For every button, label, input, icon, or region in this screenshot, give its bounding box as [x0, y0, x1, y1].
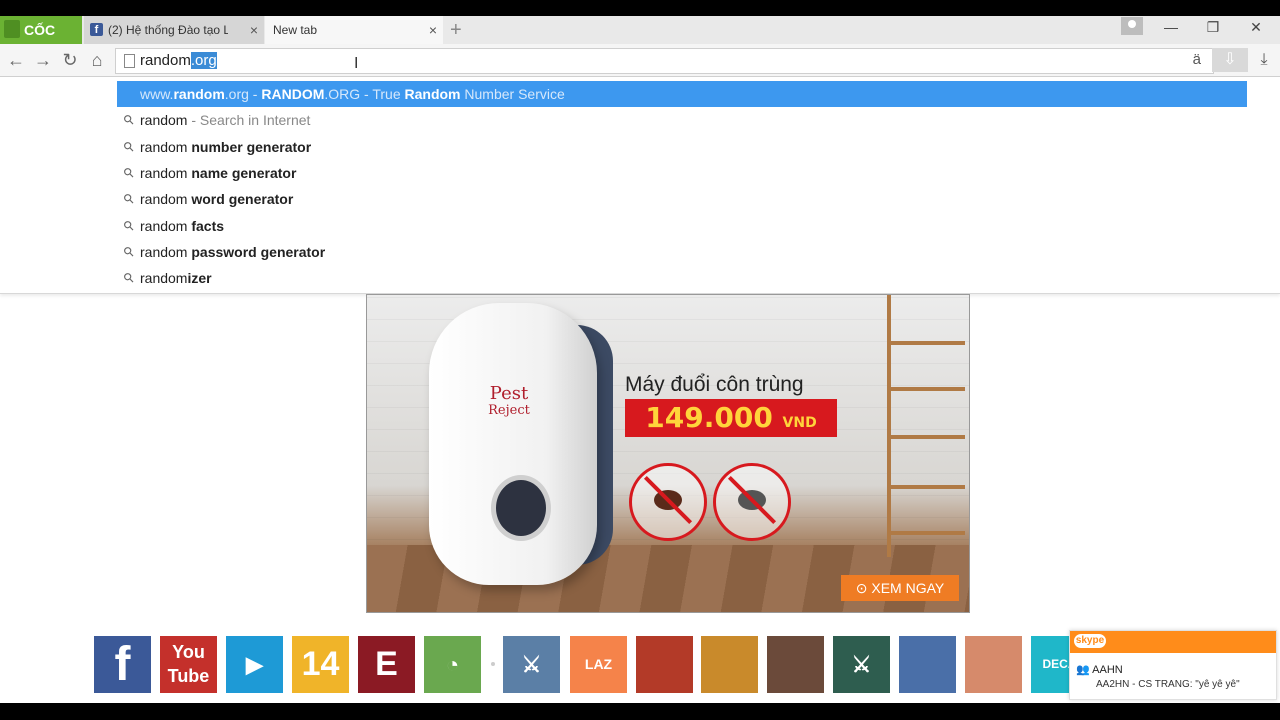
minimize-button[interactable]: —: [1156, 16, 1186, 40]
tab-facebook[interactable]: f (2) Hệ thống Đào tạo Lập ×: [84, 16, 264, 44]
no-cockroach-icon: [629, 463, 707, 541]
omnibox-suggestions: www.random.org - RANDOM.ORG - True Rando…: [0, 77, 1280, 294]
device-lens: [491, 475, 551, 541]
profile-icon[interactable]: [1121, 17, 1143, 35]
typed-text: random: [140, 52, 191, 69]
tab-new-tab[interactable]: New tab ×: [265, 16, 443, 44]
ad-banner[interactable]: Pest Reject Máy đuổi côn trùng 149.000 V…: [366, 294, 970, 613]
shelf-decor: [887, 295, 969, 557]
reload-button[interactable]: ↻: [58, 48, 82, 72]
skype-header: skype: [1070, 631, 1276, 653]
suggestion-text: random word generator: [140, 191, 294, 208]
app-lazada-icon[interactable]: LAZ: [570, 636, 627, 693]
pest-repeller-device: Pest Reject: [429, 303, 597, 585]
forward-button[interactable]: →: [31, 48, 55, 72]
app-separator: [491, 662, 495, 666]
skype-user: 👥 AAHN: [1076, 663, 1123, 676]
skype-notification[interactable]: skype 👥 AAHN AA2HN - CS TRANG: "yê yê yê…: [1069, 630, 1277, 700]
ad-price: 149.000 VND: [625, 399, 837, 437]
tab-title: (2) Hệ thống Đào tạo Lập: [108, 23, 228, 37]
suggestion-item[interactable]: www.random.org - RANDOM.ORG - True Rando…: [117, 81, 1247, 107]
suggestion-text: random number generator: [140, 138, 312, 155]
top-black-strip: [0, 0, 1280, 16]
address-text[interactable]: random.org: [140, 49, 217, 73]
back-button[interactable]: ←: [4, 48, 28, 72]
tab-close-button[interactable]: ×: [250, 16, 258, 44]
app-speed-app-icon[interactable]: ◔: [424, 636, 481, 693]
app-youtube-icon[interactable]: You Tube: [160, 636, 217, 693]
tab-title: New tab: [273, 23, 318, 37]
downloads-icon[interactable]: ⤓: [1254, 48, 1274, 72]
tab-bar: CỐC CỐC f (2) Hệ thống Đào tạo Lập × New…: [0, 16, 1280, 66]
app-facebook-icon[interactable]: f: [94, 636, 151, 693]
app-game-knight-icon[interactable]: [899, 636, 956, 693]
coccoc-logo[interactable]: CỐC CỐC: [0, 16, 82, 66]
translate-icon[interactable]: ä: [1193, 51, 1201, 68]
price-currency: VND: [782, 415, 817, 431]
new-tab-button[interactable]: +: [450, 16, 462, 44]
app-zing-mp3-icon[interactable]: ▶: [226, 636, 283, 693]
suggestion-text: random password generator: [140, 243, 326, 260]
app-game-anime-icon[interactable]: [965, 636, 1022, 693]
app-game-swords-icon[interactable]: ⚔: [833, 636, 890, 693]
suggestion-text: www.random.org - RANDOM.ORG - True Rando…: [140, 86, 565, 102]
skype-username: AAHN: [1092, 664, 1123, 676]
brand-line2: Reject: [488, 403, 530, 418]
price-value: 149.000: [645, 401, 773, 434]
suggestion-item[interactable]: ⚲ random name generator: [117, 160, 1247, 186]
autocomplete-selection: .org: [190, 52, 217, 69]
tab-close-button[interactable]: ×: [429, 16, 437, 44]
suggestion-text: randomizer: [140, 270, 212, 287]
app-sword-game-icon[interactable]: ⚔: [503, 636, 560, 693]
app-game-dragon-icon[interactable]: [701, 636, 758, 693]
suggestion-item[interactable]: ⚲ randomizer: [117, 265, 1247, 291]
app-game-warrior-icon[interactable]: [767, 636, 824, 693]
suggestion-text: random name generator: [140, 164, 297, 181]
page-icon: [124, 54, 135, 68]
app-kenh14-icon[interactable]: 14: [292, 636, 349, 693]
suggestion-item[interactable]: ⚲ random - Search in Internet: [117, 107, 1247, 133]
xem-ngay-button[interactable]: ⊙ XEM NGAY: [841, 575, 959, 601]
suggestion-item[interactable]: ⚲ random word generator: [117, 186, 1247, 212]
skype-message: AA2HN - CS TRANG: "yê yê yê": [1096, 679, 1240, 690]
suggestion-text: random - Search in Internet: [140, 112, 311, 129]
app-game-girl-icon[interactable]: [636, 636, 693, 693]
close-window-button[interactable]: ✕: [1241, 16, 1271, 40]
app-e-app-icon[interactable]: E: [358, 636, 415, 693]
text-cursor-icon: I: [354, 55, 359, 72]
toolbar: ← → ↻ ⌂ random.org ä ⇩ ⤓: [0, 44, 1280, 77]
skype-logo-icon: skype: [1074, 634, 1106, 648]
suggestion-text: random facts: [140, 217, 225, 234]
suggestion-item[interactable]: ⚲ random number generator: [117, 134, 1247, 160]
bottom-black-strip: [0, 703, 1280, 720]
group-icon: 👥: [1076, 664, 1090, 676]
home-button[interactable]: ⌂: [85, 48, 109, 72]
coccoc-mark-icon: [4, 20, 20, 38]
address-bar[interactable]: random.org ä: [115, 48, 1214, 74]
download-button[interactable]: ⇩: [1212, 48, 1248, 72]
suggestion-item[interactable]: ⚲ random password generator: [117, 239, 1247, 265]
facebook-favicon-icon: f: [90, 23, 103, 36]
maximize-button[interactable]: ❐: [1198, 16, 1228, 40]
no-mouse-icon: [713, 463, 791, 541]
ad-title: Máy đuổi côn trùng: [625, 373, 804, 396]
device-brand: Pest Reject: [469, 385, 549, 419]
brand-line1: Pest: [489, 383, 529, 404]
suggestion-item[interactable]: ⚲ random facts: [117, 213, 1247, 239]
